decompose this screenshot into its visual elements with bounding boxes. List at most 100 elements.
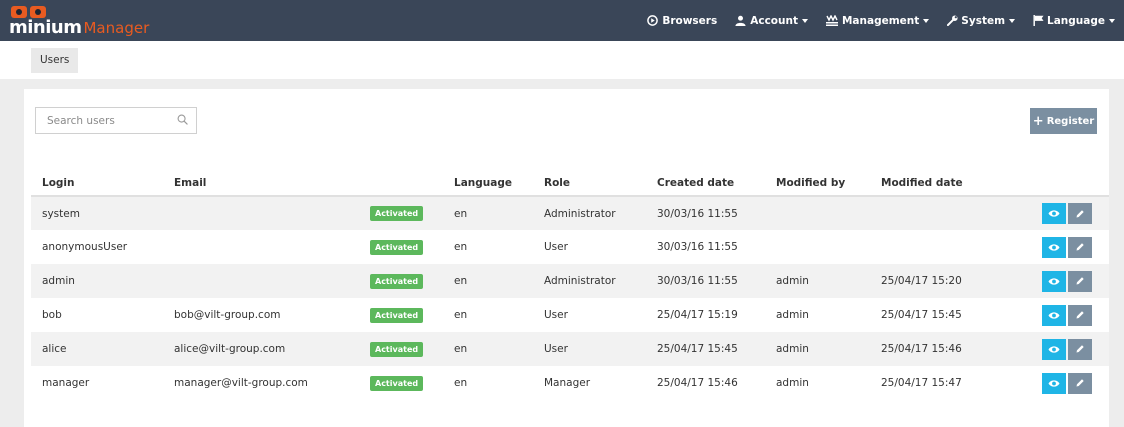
cell-modified: 25/04/17 15:46 [870,332,975,366]
eye-icon [1048,311,1060,319]
cell-role: User [544,309,568,321]
cell-login: manager [42,377,90,389]
edit-button[interactable] [1068,236,1092,258]
brand-name: minium [9,17,82,38]
edit-button[interactable] [1068,203,1092,224]
column-header-role[interactable]: Role [533,171,646,197]
cell-status: Activated [359,298,443,332]
nav-system-label: System [961,14,1006,27]
nav-system[interactable]: System [938,0,1024,41]
cell-language: en [443,264,533,298]
cell-modified [870,230,975,264]
register-label: Register [1046,115,1095,127]
cell-role: User [533,332,646,366]
main-nav: Browsers Account Management System Langu… [638,0,1124,41]
column-header-language[interactable]: Language [443,171,533,197]
nav-account[interactable]: Account [726,0,817,41]
cell-login: bob [42,309,62,321]
pencil-icon [1076,243,1084,251]
view-button[interactable] [1042,338,1066,360]
breadcrumb-current: Users [40,54,70,66]
chevron-down-icon [1109,18,1115,23]
cell-status: Activated [359,196,443,230]
column-header-login[interactable]: Login [31,171,163,197]
flag-icon [1033,15,1044,26]
user-icon [735,15,746,26]
cell-modified-by: admin [765,332,870,366]
column-header-modified-by[interactable]: Modified by [765,171,870,197]
column-header-status [359,171,443,197]
column-header-email[interactable]: Email [163,171,359,197]
cell-email: manager@vilt-group.com [174,377,308,389]
cell-role: Manager [544,377,591,389]
view-button[interactable] [1042,203,1066,224]
cell-actions [975,366,1109,400]
edit-button[interactable] [1068,304,1092,326]
cell-modified: 25/04/17 15:45 [881,309,962,321]
nav-language[interactable]: Language [1024,0,1124,41]
table-row: alice alice@vilt-group.com Activated en User… [31,332,1109,366]
status-badge: Activated [370,206,424,221]
cell-email [163,230,359,264]
eye-icon [1048,345,1060,353]
cell-actions [975,332,1109,366]
cell-email: alice@vilt-group.com [163,332,359,366]
cell-role: Administrator [533,196,646,230]
cell-created: 30/03/16 11:55 [657,241,738,253]
eye-icon [1048,210,1060,217]
view-button[interactable] [1042,270,1066,292]
view-button[interactable] [1042,372,1066,394]
cell-status: Activated [359,332,443,366]
cell-login: alice [31,332,163,366]
cell-modified: 25/04/17 15:20 [870,264,975,298]
search-icon[interactable] [177,114,188,125]
register-button[interactable]: + Register [1030,108,1097,134]
table-row: admin Activated en Administrator 30/03/16 11… [31,264,1109,298]
breadcrumb: Users [31,48,79,73]
cell-created: 30/03/16 11:55 [646,196,765,230]
edit-button[interactable] [1068,372,1092,394]
row-actions [986,203,1109,224]
view-button[interactable] [1042,236,1066,258]
pencil-icon [1076,277,1084,285]
table-row: anonymousUser Activated en User 30/03/16 11:… [31,230,1109,264]
chevron-down-icon [801,18,808,23]
search-input[interactable] [36,108,168,133]
cell-status: Activated [359,366,443,400]
cell-role: User [544,241,568,253]
users-table: Login Email Language Role Created date M… [31,171,1109,400]
cell-actions [975,230,1109,264]
cell-email [163,264,359,298]
status-badge: Activated [370,273,424,289]
cell-modified-by [765,230,870,264]
cell-modified [870,196,975,230]
cell-actions [975,196,1109,230]
table-header-row: Login Email Language Role Created date M… [31,171,1109,197]
cell-login: system [31,196,163,230]
nav-browsers-label: Browsers [662,14,718,27]
column-header-modified[interactable]: Modified date [870,171,975,197]
edit-button[interactable] [1068,270,1092,292]
cell-modified: 25/04/17 15:47 [881,377,962,389]
cell-modified-by [765,196,870,230]
nav-language-label: Language [1047,14,1105,27]
eye-icon [1048,243,1060,251]
cell-language: en [454,241,468,253]
cell-language: en [443,196,533,230]
plus-icon: + [1032,113,1044,129]
row-actions [986,372,1109,394]
nav-account-label: Account [750,14,798,27]
pencil-icon [1076,379,1084,387]
pencil-icon [1076,311,1084,319]
navbar: minium Manager Browsers Account Managemen… [0,0,1124,41]
edit-button[interactable] [1068,338,1092,360]
view-button[interactable] [1042,304,1066,326]
column-header-created[interactable]: Created date [646,171,765,197]
row-actions [986,304,1109,326]
users-panel: + Register Login Email Language Role Cre… [24,89,1109,427]
table-row: manager manager@vilt-group.com Activated en… [31,366,1109,400]
nav-browsers[interactable]: Browsers [638,0,726,41]
row-actions [986,236,1109,258]
cell-status: Activated [359,264,443,298]
nav-management[interactable]: Management [817,0,938,41]
